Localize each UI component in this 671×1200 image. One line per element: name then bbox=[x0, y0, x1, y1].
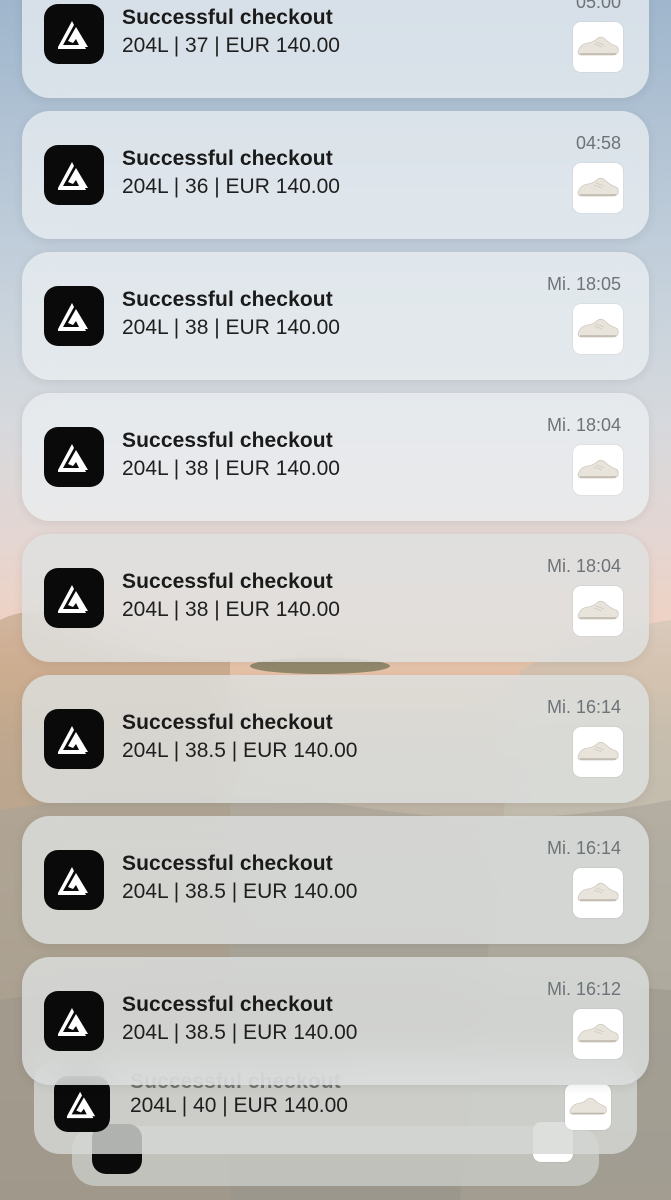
app-logo-icon bbox=[44, 850, 104, 910]
notification-time: 05:00 bbox=[575, 0, 621, 12]
notification-title: Successful checkout bbox=[122, 429, 333, 452]
app-logo-icon bbox=[44, 709, 104, 769]
notification-title: Successful checkout bbox=[122, 6, 333, 29]
notification-body: 204L | 40 | EUR 140.00 bbox=[130, 1094, 348, 1117]
notification-body: 204L | 38.5 | EUR 140.00 bbox=[122, 739, 358, 762]
notification-time: Mi. 16:14 bbox=[546, 838, 621, 858]
notification-time: Mi. 18:05 bbox=[546, 274, 621, 294]
app-logo-icon bbox=[44, 4, 104, 64]
notification-card[interactable]: Successful checkout 204L | 38 | EUR 140.… bbox=[22, 534, 649, 662]
notification-card[interactable]: Successful checkout 204L | 37 | EUR 140.… bbox=[22, 0, 649, 98]
notification-title: Successful checkout bbox=[122, 288, 333, 311]
app-logo-icon bbox=[44, 427, 104, 487]
notification-card[interactable]: Successful checkout 204L | 38.5 | EUR 14… bbox=[22, 816, 649, 944]
notification-card[interactable]: Successful checkout 204L | 38 | EUR 140.… bbox=[22, 393, 649, 521]
notification-title: Successful checkout bbox=[122, 570, 333, 593]
notification-title: Successful checkout bbox=[122, 993, 333, 1016]
notification-body: 204L | 38 | EUR 140.00 bbox=[122, 598, 340, 621]
sneaker-thumbnail bbox=[573, 727, 623, 777]
notification-time: 04:58 bbox=[575, 133, 621, 153]
notification-title: Successful checkout bbox=[122, 147, 333, 170]
sneaker-thumbnail bbox=[573, 868, 623, 918]
app-logo-icon bbox=[44, 568, 104, 628]
sneaker-thumbnail bbox=[573, 1009, 623, 1059]
sneaker-thumbnail bbox=[573, 304, 623, 354]
sneaker-thumbnail bbox=[573, 163, 623, 213]
notification-card[interactable]: Successful checkout 204L | 38.5 | EUR 14… bbox=[22, 675, 649, 803]
notification-title: Successful checkout bbox=[122, 711, 333, 734]
notification-title: Successful checkout bbox=[122, 852, 333, 875]
app-logo-icon bbox=[44, 991, 104, 1051]
notification-card[interactable]: Successful checkout 204L | 38 | EUR 140.… bbox=[22, 252, 649, 380]
notification-time: Mi. 16:14 bbox=[546, 697, 621, 717]
notification-body: 204L | 37 | EUR 140.00 bbox=[122, 34, 340, 57]
app-logo-icon bbox=[44, 145, 104, 205]
notification-body: 204L | 38.5 | EUR 140.00 bbox=[122, 1021, 358, 1044]
notification-card[interactable]: Successful checkout 204L | 36 | EUR 140.… bbox=[22, 111, 649, 239]
notification-body: 204L | 36 | EUR 140.00 bbox=[122, 175, 340, 198]
notification-body: 204L | 38 | EUR 140.00 bbox=[122, 316, 340, 339]
notification-time: Mi. 18:04 bbox=[546, 415, 621, 435]
app-logo-icon bbox=[44, 286, 104, 346]
notification-time: Mi. 16:12 bbox=[546, 979, 621, 999]
sneaker-thumbnail bbox=[573, 445, 623, 495]
sneaker-thumbnail bbox=[573, 22, 623, 72]
notification-body: 204L | 38 | EUR 140.00 bbox=[122, 457, 340, 480]
notification-body: 204L | 38.5 | EUR 140.00 bbox=[122, 880, 358, 903]
notification-card[interactable]: Successful checkout 204L | 38.5 | EUR 14… bbox=[22, 957, 649, 1085]
sneaker-thumbnail bbox=[565, 1084, 611, 1130]
notification-time: Mi. 18:04 bbox=[546, 556, 621, 576]
sneaker-thumbnail bbox=[573, 586, 623, 636]
